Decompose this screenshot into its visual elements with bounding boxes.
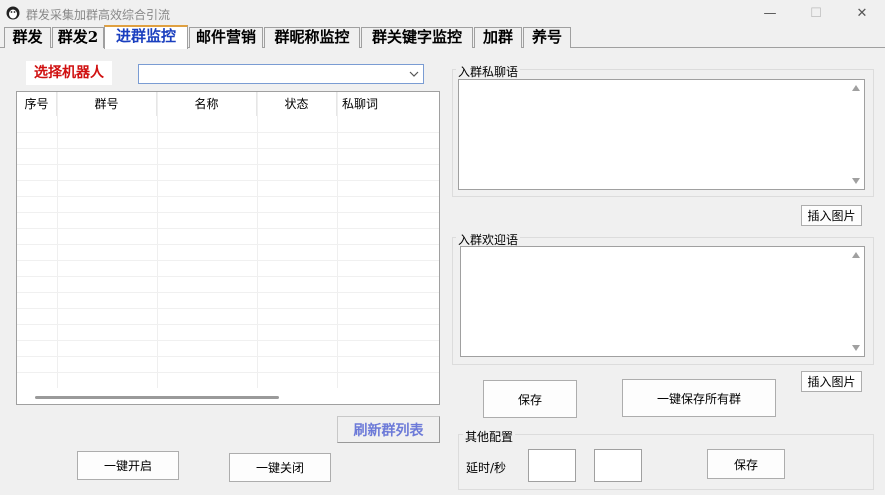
private-message-title: 入群私聊语 <box>456 63 521 80</box>
delay-min-input[interactable] <box>528 449 576 482</box>
column-header-group-id[interactable]: 群号 <box>57 92 157 116</box>
tab-nickname-monitor[interactable]: 群昵称监控 <box>264 27 360 48</box>
table-row <box>17 292 439 308</box>
column-header-private-words[interactable]: 私聊词 <box>337 92 383 116</box>
save-all-groups-button[interactable]: 一键保存所有群 <box>622 379 776 417</box>
table-row <box>17 196 439 212</box>
table-row <box>17 356 439 372</box>
delay-max-input[interactable] <box>594 449 642 482</box>
other-config-title: 其他配置 <box>463 428 516 445</box>
welcome-message-textarea[interactable] <box>460 246 865 357</box>
insert-image-button-welcome[interactable]: 插入图片 <box>801 371 862 392</box>
table-header: 序号 群号 名称 状态 私聊词 <box>17 92 439 116</box>
table-row <box>17 340 439 356</box>
tab-join-monitor[interactable]: 进群监控 <box>104 25 188 49</box>
tab-nurture-account[interactable]: 养号 <box>523 27 571 48</box>
window-title: 群发采集加群高效综合引流 <box>26 8 171 22</box>
column-header-status[interactable]: 状态 <box>257 92 337 116</box>
minimize-button[interactable]: — <box>747 0 793 27</box>
column-header-index[interactable]: 序号 <box>17 92 57 116</box>
save-button[interactable]: 保存 <box>483 380 577 418</box>
table-row <box>17 132 439 148</box>
scroll-up-icon[interactable] <box>852 252 860 258</box>
table-row <box>17 244 439 260</box>
save-config-button[interactable]: 保存 <box>707 449 785 479</box>
delay-seconds-label: 延时/秒 <box>466 461 507 475</box>
table-row <box>17 372 439 388</box>
app-logo-icon <box>6 6 20 20</box>
tab-keyword-monitor[interactable]: 群关键字监控 <box>361 27 473 48</box>
close-all-button[interactable]: 一键关闭 <box>229 453 331 482</box>
scroll-down-icon[interactable] <box>852 345 860 351</box>
start-all-button[interactable]: 一键开启 <box>77 451 179 480</box>
horizontal-scrollbar[interactable] <box>35 396 279 399</box>
insert-image-button-private[interactable]: 插入图片 <box>801 205 862 226</box>
table-row <box>17 228 439 244</box>
select-robot-label: 选择机器人 <box>26 61 112 85</box>
tab-group-send[interactable]: 群发 <box>4 27 51 48</box>
table-row <box>17 148 439 164</box>
table-row <box>17 260 439 276</box>
table-row <box>17 164 439 180</box>
column-header-name[interactable]: 名称 <box>157 92 257 116</box>
close-button[interactable]: ✕ <box>839 0 885 27</box>
table-row <box>17 180 439 196</box>
table-row <box>17 308 439 324</box>
tab-group-send-2[interactable]: 群发2 <box>52 27 104 48</box>
scroll-up-icon[interactable] <box>852 85 860 91</box>
private-message-textarea[interactable] <box>458 79 865 190</box>
table-row <box>17 324 439 340</box>
other-config-group <box>458 434 874 490</box>
refresh-group-list-button[interactable]: 刷新群列表 <box>337 416 440 443</box>
table-row <box>17 276 439 292</box>
group-list-table[interactable]: 序号 群号 名称 状态 私聊词 <box>16 91 440 405</box>
title-bar: 群发采集加群高效综合引流 — ☐ ✕ <box>0 0 885 27</box>
maximize-button: ☐ <box>810 6 822 21</box>
scroll-down-icon[interactable] <box>852 178 860 184</box>
tab-join-group[interactable]: 加群 <box>474 27 522 48</box>
tab-email-marketing[interactable]: 邮件营销 <box>189 27 263 48</box>
chevron-down-icon <box>409 71 419 77</box>
robot-select[interactable] <box>138 64 424 84</box>
table-row <box>17 212 439 228</box>
